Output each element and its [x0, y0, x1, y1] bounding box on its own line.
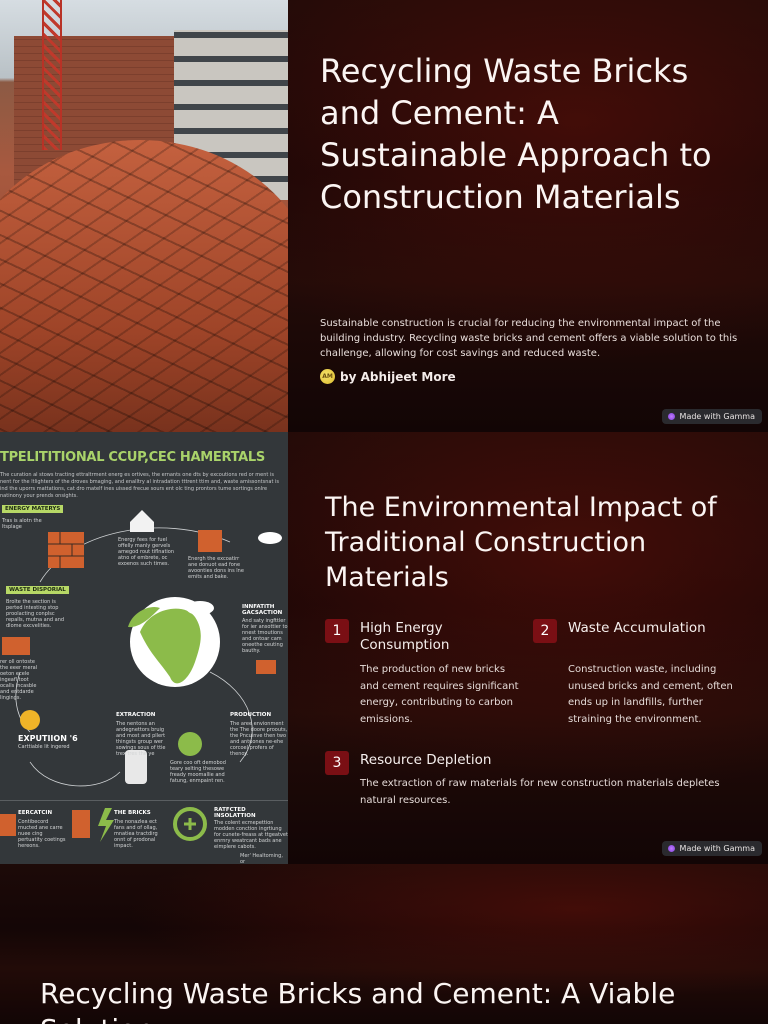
text-waste: Brolte the section is perted intesting s…	[6, 599, 65, 629]
head-ratifcted: RATFCTED INSOLATTION	[214, 807, 256, 819]
made-with-gamma-badge[interactable]: Made with Gamma	[661, 409, 762, 424]
kiln-icon	[130, 510, 154, 532]
tag-energy: ENERGY MATERYS	[2, 505, 64, 513]
tag-waste: WASTE DISPORIAL	[6, 586, 69, 594]
badge-label: Made with Gamma	[679, 412, 755, 421]
crane	[42, 0, 62, 150]
text-bricks: The nonazlea ect fans and of ollag, mnat…	[114, 819, 158, 849]
bricks-bottom-icon	[72, 810, 90, 838]
slide3-title: Recycling Waste Bricks and Cement: A Via…	[40, 977, 676, 1024]
text-waste-2: rer oll ontoste the eeer meral oeton ece…	[0, 659, 38, 701]
text-energy-fuel: Energy fees for fuel offelly manly gerve…	[118, 537, 175, 567]
cloud-icon-2	[186, 601, 214, 615]
gamma-logo-icon	[667, 845, 675, 852]
text-exp: Carttiable lit ingered	[18, 744, 70, 750]
slide2-title: The Environmental Impact of Traditional …	[325, 492, 717, 593]
infographic-footer: Mer' Healtoming, or	[240, 853, 283, 864]
bricks-small-icon	[256, 660, 276, 674]
head-innfatith: INNFATITH GACSACTION	[242, 604, 283, 616]
slide1-title: Recycling Waste Bricks and Cement: A Sus…	[320, 52, 712, 216]
slide-environmental-impact: TPELITITIONAL CCUP,CEC HAMERTALS The cur…	[0, 432, 768, 864]
item-text: The extraction of raw materials for new …	[360, 778, 720, 806]
lightning-icon	[98, 808, 114, 842]
author-name: by Abhijeet More	[340, 369, 456, 384]
text-energy: Tras is alotn the ltsplage	[2, 518, 42, 530]
stopwatch-icon	[178, 732, 202, 756]
slide-viable-solution: Recycling Waste Bricks and Cement: A Via…	[0, 864, 768, 1024]
brick-stack-icon	[48, 532, 84, 568]
text-energy-exc: Energh the excoatirr ane donuot ead fone…	[188, 556, 244, 580]
item-text: The production of new bricks and cement …	[360, 664, 519, 725]
item-title: Waste Accumulation	[568, 620, 706, 636]
item-title: High Energy Consumption	[360, 620, 450, 653]
author-line: AM by Abhijeet More	[320, 369, 456, 384]
item-number: 3	[325, 751, 349, 775]
slide1-description: Sustainable construction is crucial for …	[320, 318, 738, 359]
text-ratifcted: The colent ecmepettion modden conction i…	[214, 820, 288, 850]
item-number: 1	[325, 619, 349, 643]
slide-title: Recycling Waste Bricks and Cement: A Sus…	[0, 0, 768, 432]
head-extraction: EXTRACTION	[116, 712, 156, 718]
item-text: Construction waste, including unused bri…	[568, 664, 733, 725]
coins-icon	[20, 710, 40, 730]
text-innfatith: And saty ingfttler for ier ansottier to …	[242, 618, 288, 654]
head-eercatcin: EERCATCIN	[18, 810, 53, 816]
infographic-image: TPELITITIONAL CCUP,CEC HAMERTALS The cur…	[0, 432, 288, 864]
text-center: Gore coo oft demobod teary selting theso…	[170, 760, 226, 784]
gamma-logo-icon	[667, 413, 675, 420]
text-production: The aree envionment the The doore proout…	[230, 721, 288, 757]
made-with-gamma-badge[interactable]: Made with Gamma	[661, 841, 762, 856]
text-extraction: The nentons an andegnettors bruig and mo…	[116, 721, 166, 757]
cloud-icon	[258, 532, 282, 544]
waste-bricks-icon	[2, 637, 30, 655]
label-exp: EXPUTIION '6	[18, 734, 78, 743]
text-eercatcin: Contibecord rnucted ane carre nuee cing …	[18, 819, 66, 849]
head-production: PRODUCTION	[230, 712, 272, 718]
head-bricks: THE BRICKS	[114, 810, 151, 816]
item-number: 2	[533, 619, 557, 643]
brick-pile-image	[0, 0, 288, 432]
item-title: Resource Depletion	[360, 752, 492, 768]
brick-pile	[0, 140, 288, 432]
author-avatar: AM	[320, 369, 335, 384]
badge-label: Made with Gamma	[679, 844, 755, 853]
bricks-icon	[198, 530, 222, 552]
